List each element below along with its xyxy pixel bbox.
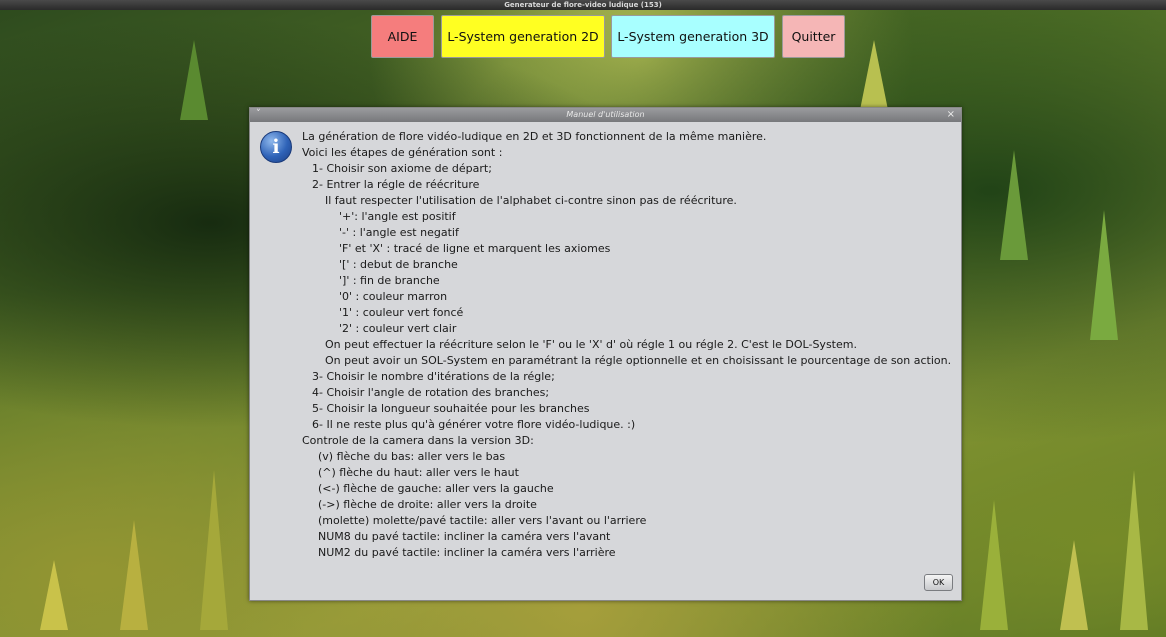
dialog-message: La génération de flore vidéo-ludique en …: [302, 129, 962, 561]
dialog-titlebar: ˅ Manuel d'utilisation ×: [250, 108, 961, 122]
message-line: Il faut respecter l'utilisation de l'alp…: [325, 194, 737, 207]
message-line: 1- Choisir son axiome de départ;: [312, 162, 492, 175]
dialog-title: Manuel d'utilisation: [566, 110, 645, 119]
message-line: On peut effectuer la réécriture selon le…: [325, 338, 857, 351]
info-icon: i: [260, 131, 292, 163]
message-line: 3- Choisir le nombre d'itérations de la …: [312, 370, 555, 383]
dialog-menu-icon[interactable]: ˅: [255, 108, 260, 121]
message-line: Controle de la camera dans la version 3D…: [302, 434, 534, 447]
message-line: (^) flèche du haut: aller vers le haut: [318, 466, 519, 479]
message-line: 4- Choisir l'angle de rotation des branc…: [312, 386, 550, 399]
message-line: '-' : l'angle est negatif: [339, 226, 459, 239]
message-line: 6- Il ne reste plus qu'à générer votre f…: [312, 418, 636, 431]
message-line: (molette) molette/pavé tactile: aller ve…: [318, 514, 647, 527]
ok-button[interactable]: OK: [924, 574, 953, 591]
window-titlebar: Generateur de flore-video ludique (153): [0, 0, 1166, 10]
message-line: NUM8 du pavé tactile: incliner la caméra…: [318, 530, 611, 543]
close-icon[interactable]: ×: [947, 108, 955, 122]
manual-dialog: ˅ Manuel d'utilisation × i La génération…: [249, 107, 962, 601]
message-line: '2' : couleur vert clair: [339, 322, 457, 335]
message-line: NUM2 du pavé tactile: incliner la caméra…: [318, 546, 616, 559]
message-line: On peut avoir un SOL-System en paramétra…: [325, 354, 952, 367]
message-line: '1' : couleur vert foncé: [339, 306, 464, 319]
lsystem-3d-button[interactable]: L-System generation 3D: [611, 15, 775, 58]
aide-button[interactable]: AIDE: [371, 15, 434, 58]
message-line: (v) flèche du bas: aller vers le bas: [318, 450, 506, 463]
message-line: (<-) flèche de gauche: aller vers la gau…: [318, 482, 554, 495]
message-line: Voici les étapes de génération sont :: [302, 146, 503, 159]
lsystem-2d-button[interactable]: L-System generation 2D: [441, 15, 605, 58]
message-line: La génération de flore vidéo-ludique en …: [302, 130, 767, 143]
message-line: ']' : fin de branche: [339, 274, 440, 287]
message-line: 2- Entrer la régle de réécriture: [312, 178, 480, 191]
quitter-button[interactable]: Quitter: [782, 15, 845, 58]
message-line: 5- Choisir la longueur souhaitée pour le…: [312, 402, 590, 415]
message-line: 'F' et 'X' : tracé de ligne et marquent …: [339, 242, 611, 255]
message-line: '[' : debut de branche: [339, 258, 458, 271]
message-line: '+': l'angle est positif: [339, 210, 456, 223]
message-line: '0' : couleur marron: [339, 290, 448, 303]
message-line: (->) flèche de droite: aller vers la dro…: [318, 498, 537, 511]
